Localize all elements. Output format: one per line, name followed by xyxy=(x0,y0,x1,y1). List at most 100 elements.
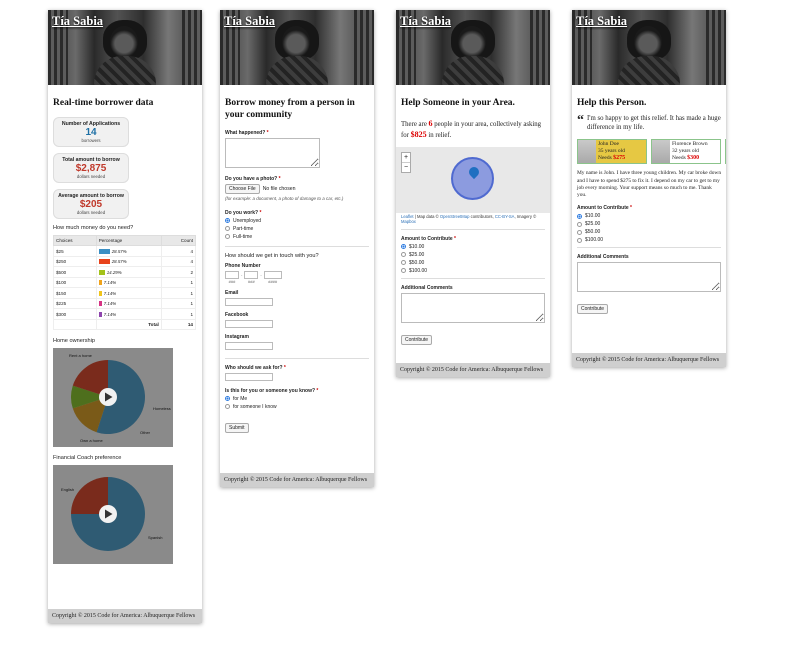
table-row: $25 28.57% 4 xyxy=(53,245,197,257)
facebook-field[interactable] xyxy=(225,319,273,328)
radio-dot[interactable] xyxy=(401,260,406,266)
label-text: Is this for you or someone you know? xyxy=(225,387,316,394)
radio-label: $10.00 xyxy=(585,213,601,220)
footer: Copyright © 2015 Code for America: Albuq… xyxy=(220,472,374,487)
choice-cell: $150 xyxy=(53,287,97,299)
prefix-input[interactable] xyxy=(244,270,259,279)
leaflet-link[interactable]: Leaflet xyxy=(401,214,414,219)
radio-for-me[interactable]: for Me xyxy=(225,396,369,402)
mapbox-link[interactable]: Mapbox xyxy=(401,219,416,224)
need-amount: $275 xyxy=(613,154,626,161)
coach-preference-chart[interactable]: English Spanish xyxy=(53,465,173,565)
percentage-cell: 7.14% xyxy=(95,308,162,320)
radio-dot[interactable] xyxy=(577,213,582,219)
slice-label: Other xyxy=(140,430,151,436)
radio-dot[interactable] xyxy=(577,229,582,235)
radio-dot[interactable] xyxy=(225,396,230,402)
person-name: Florence Brown xyxy=(672,141,708,147)
col-percentage: Percentage xyxy=(95,235,162,247)
email-label: Email xyxy=(225,289,239,296)
hero-photo: Tía Sabia xyxy=(220,10,374,85)
radio-dot[interactable] xyxy=(401,268,406,274)
what-happened-textarea[interactable] xyxy=(225,137,320,168)
percentage-bar xyxy=(98,280,102,286)
quote-text: I'm so happy to get this relief. It has … xyxy=(587,115,721,132)
brand-link[interactable]: Tía Sabia xyxy=(52,14,103,29)
door-right xyxy=(706,10,726,85)
person-card[interactable]: John Doe 35 years old Needs $275 xyxy=(577,139,647,165)
radio-label: Full-time xyxy=(233,233,253,240)
license-link[interactable]: CC-BY-SA xyxy=(495,214,515,219)
brand-link[interactable]: Tía Sabia xyxy=(400,14,451,29)
brand-link[interactable]: Tía Sabia xyxy=(576,14,627,29)
amount-option[interactable]: $10.00 xyxy=(401,244,545,250)
radio-dot[interactable] xyxy=(401,252,406,258)
phone-segment: #### xyxy=(263,270,282,284)
radio-dot[interactable] xyxy=(401,244,406,250)
comments-textarea[interactable] xyxy=(577,262,721,293)
email-field[interactable] xyxy=(225,297,273,306)
person-card-partial[interactable] xyxy=(725,139,726,165)
radio-dot[interactable] xyxy=(577,221,582,227)
radio-part-time[interactable]: Part-time xyxy=(225,226,369,232)
door-right xyxy=(354,10,374,85)
radio-full-time[interactable]: Full-time xyxy=(225,234,369,240)
percentage-text: 14.29% xyxy=(106,269,122,275)
radio-label: $50.00 xyxy=(409,259,425,266)
area-code-input[interactable] xyxy=(225,270,239,279)
hero-photo: Tía Sabia xyxy=(396,10,550,85)
portrait-head xyxy=(110,26,138,58)
radio-dot[interactable] xyxy=(225,404,230,410)
radio-unemployed[interactable]: Unemployed xyxy=(225,218,369,224)
divider xyxy=(225,357,369,359)
count-cell: 4 xyxy=(160,255,197,268)
slice-label: Rent a home xyxy=(69,353,92,359)
amount-option[interactable]: $100.00 xyxy=(577,237,721,243)
table-row: $100 7.14% 1 xyxy=(53,276,197,289)
line-number-input[interactable] xyxy=(263,270,282,279)
amount-option[interactable]: $25.00 xyxy=(577,221,721,227)
contribute-button[interactable]: Contribute xyxy=(401,334,433,345)
home-ownership-chart[interactable]: Rent a home Homeless Other Own a home xyxy=(53,348,173,448)
zoom-out-button[interactable]: − xyxy=(402,161,410,172)
contribute-button[interactable]: Contribute xyxy=(577,304,609,315)
radio-dot[interactable] xyxy=(225,218,230,224)
amount-option[interactable]: $50.00 xyxy=(577,229,721,235)
percentage-cell: 7.14% xyxy=(95,276,162,289)
table-row: $500 14.29% 2 xyxy=(53,266,197,278)
area-map[interactable]: + − xyxy=(396,146,550,213)
person-card[interactable]: Florence Brown 32 years old Needs $300 xyxy=(651,139,721,165)
brand-link[interactable]: Tía Sabia xyxy=(224,14,275,29)
radio-label: Unemployed xyxy=(233,217,262,224)
portrait-body xyxy=(94,56,156,85)
phone-hint: #### xyxy=(268,278,278,284)
phone-dash: - xyxy=(260,271,262,277)
amount-option[interactable]: $25.00 xyxy=(401,252,545,258)
portrait-body xyxy=(442,56,504,85)
coach-pie-svg xyxy=(71,477,145,552)
osm-link[interactable]: OpenStreetMap xyxy=(440,214,470,219)
percentage-bar xyxy=(98,301,102,307)
bar-wrap: 28.57% xyxy=(98,248,159,254)
instagram-field[interactable] xyxy=(225,341,273,350)
radio-dot[interactable] xyxy=(225,226,230,232)
radio-label: $25.00 xyxy=(409,251,425,258)
label-text: Do you have a photo? xyxy=(225,175,278,182)
submit-button[interactable]: Submit xyxy=(225,422,249,433)
radio-for-someone[interactable]: for someone I know xyxy=(225,404,369,410)
amount-option[interactable]: $100.00 xyxy=(401,268,545,274)
what-happened-label: What happened? * xyxy=(225,130,369,136)
slice-label: Homeless xyxy=(153,406,171,412)
choose-file-button[interactable]: Choose File xyxy=(225,183,260,194)
amount-option[interactable]: $10.00 xyxy=(577,213,721,219)
zoom-in-button[interactable]: + xyxy=(402,153,410,162)
who-field[interactable] xyxy=(225,372,273,381)
distribution-table: Choices Percentage Count $25 28.57% 4 $250 2… xyxy=(53,235,197,331)
percentage-cell: 7.14% xyxy=(95,287,162,299)
door-right xyxy=(182,10,202,85)
comments-textarea[interactable] xyxy=(401,292,545,323)
radio-dot[interactable] xyxy=(577,237,582,243)
phone-label: Phone Number xyxy=(225,262,261,269)
amount-option[interactable]: $50.00 xyxy=(401,260,545,266)
radio-dot[interactable] xyxy=(225,234,230,240)
